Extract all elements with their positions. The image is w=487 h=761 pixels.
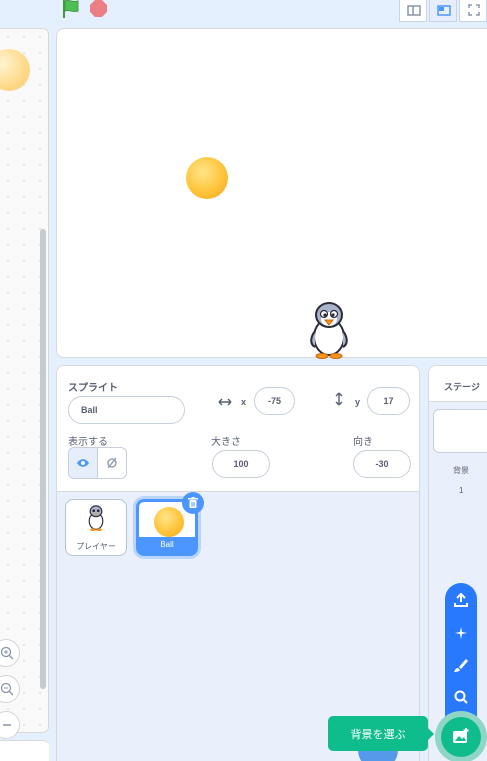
choose-backdrop-tooltip: 背景を選ぶ bbox=[328, 716, 434, 751]
y-label: y bbox=[355, 397, 361, 407]
delete-sprite-button[interactable] bbox=[182, 492, 204, 514]
x-input[interactable]: -75 bbox=[254, 387, 295, 415]
direction-label: 向き bbox=[353, 437, 373, 448]
sprite-title: スプライト bbox=[68, 383, 118, 394]
y-input[interactable]: 17 bbox=[367, 387, 410, 415]
small-stage-button[interactable] bbox=[399, 0, 427, 22]
top-bar bbox=[0, 0, 487, 26]
hide-button[interactable] bbox=[98, 448, 126, 478]
choose-backdrop-button-inner bbox=[441, 717, 481, 757]
sprite-tile-player[interactable]: プレイヤー bbox=[65, 499, 127, 556]
sprite-name-input[interactable]: Ball bbox=[68, 396, 185, 424]
backdrop-count: 1 bbox=[459, 486, 464, 495]
stage-title: ステージ bbox=[444, 382, 480, 392]
stop-icon[interactable] bbox=[90, 0, 107, 18]
fullscreen-icon bbox=[468, 4, 480, 16]
zoom-out-icon bbox=[0, 682, 14, 696]
visibility-toggle bbox=[68, 447, 127, 479]
backdrop-label: 背景 bbox=[453, 466, 469, 475]
show-button[interactable] bbox=[69, 448, 98, 478]
backpack-bar[interactable] bbox=[0, 740, 49, 761]
show-label: 表示する bbox=[68, 437, 108, 448]
x-label: x bbox=[241, 397, 247, 407]
search-icon[interactable] bbox=[453, 689, 469, 705]
code-workspace[interactable] bbox=[0, 28, 49, 739]
backdrop-icon bbox=[453, 728, 469, 743]
y-arrow-icon bbox=[335, 392, 343, 406]
stage-canvas[interactable] bbox=[56, 28, 487, 361]
hidden-icon bbox=[107, 457, 117, 469]
green-flag-icon[interactable] bbox=[61, 0, 81, 18]
normal-stage-icon bbox=[437, 5, 451, 16]
paint-icon[interactable] bbox=[453, 657, 469, 673]
sprite-tile-label: Ball bbox=[139, 537, 195, 553]
penguin-sprite[interactable] bbox=[305, 299, 353, 361]
stage-header: ステージ bbox=[429, 366, 487, 402]
sprite-tile-label: プレイヤー bbox=[76, 542, 116, 551]
zoom-in-icon bbox=[0, 646, 14, 660]
zoom-reset-icon bbox=[3, 724, 11, 726]
surprise-icon[interactable] bbox=[453, 625, 469, 641]
sprite-thumbnail-ball bbox=[0, 49, 30, 91]
ball-thumbnail bbox=[154, 507, 184, 537]
ball-sprite[interactable] bbox=[186, 157, 228, 199]
zoom-reset-button[interactable] bbox=[0, 711, 20, 739]
normal-stage-button[interactable] bbox=[429, 0, 457, 22]
sprite-info: スプライト Ball x -75 y 17 表示する 大きさ 100 向き -3… bbox=[57, 366, 419, 492]
choose-backdrop-button[interactable] bbox=[435, 711, 487, 761]
x-arrow-icon bbox=[218, 398, 232, 406]
zoom-in-button[interactable] bbox=[0, 639, 20, 667]
small-stage-icon bbox=[407, 5, 421, 16]
upload-icon[interactable] bbox=[453, 592, 469, 608]
eye-icon bbox=[76, 459, 89, 467]
size-input[interactable]: 100 bbox=[212, 450, 270, 478]
zoom-out-button[interactable] bbox=[0, 675, 20, 703]
size-label: 大きさ bbox=[211, 437, 241, 448]
fullscreen-button[interactable] bbox=[459, 0, 487, 22]
direction-input[interactable]: -30 bbox=[353, 450, 411, 478]
scrollbar[interactable] bbox=[40, 229, 46, 689]
trash-icon bbox=[188, 497, 198, 508]
sprite-pane: スプライト Ball x -75 y 17 表示する 大きさ 100 向き -3… bbox=[56, 365, 420, 761]
penguin-thumbnail bbox=[88, 505, 104, 532]
stage-thumbnail[interactable] bbox=[433, 409, 487, 453]
